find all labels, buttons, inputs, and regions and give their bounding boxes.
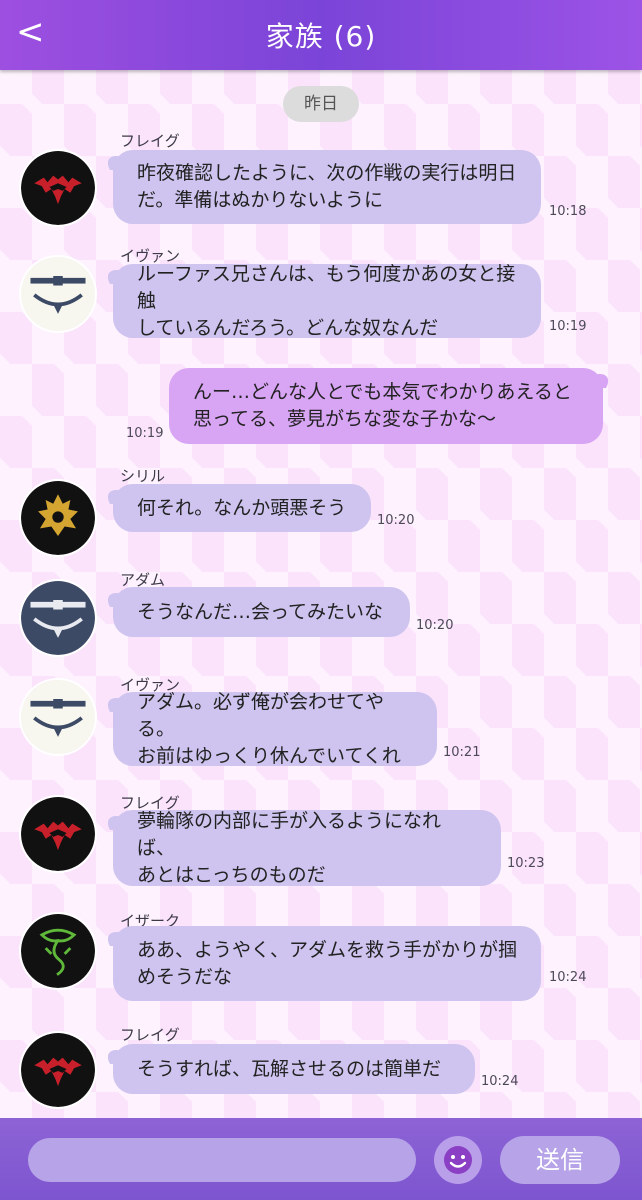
chat-title: 家族 (6) <box>265 20 377 53</box>
message-bubble[interactable]: 昨夜確認したように、次の作戦の実行は明日 だ。準備はぬかりないように <box>113 150 541 224</box>
sender-name: フレイグ <box>120 1026 180 1044</box>
message-text-line: んー…どんな人とでも本気でわかりあえると <box>193 381 572 403</box>
sender-name: シリル <box>120 467 166 485</box>
message-text-line: 何それ。なんか頭悪そう <box>137 496 347 519</box>
red-crest-icon[interactable] <box>19 795 97 873</box>
red-crest-icon[interactable] <box>19 1031 97 1109</box>
message-text-line: ああ、ようやく、アダムを救う手がかりが掴 <box>137 938 518 961</box>
message-bubble[interactable]: 何それ。なんか頭悪そう <box>113 484 371 532</box>
message-text-line: そうなんだ…会ってみたいな <box>137 600 384 623</box>
message-bubble[interactable]: ルーファス兄さんは、もう何度かあの女と接触 しているんだろう。どんな奴なんだ <box>113 262 541 339</box>
message-time: 10:20 <box>416 618 454 633</box>
message-time: 10:24 <box>481 1074 519 1089</box>
chat-input-bar: 送信 <box>0 1118 642 1200</box>
message-input[interactable] <box>28 1138 416 1182</box>
green-dragon-crest-icon[interactable] <box>19 912 97 990</box>
message-text-line: ルーファス兄さんは、もう何度かあの女と接触 <box>137 262 516 312</box>
chat-header: < 家族 (6) <box>0 0 642 70</box>
message-time: 10:18 <box>549 204 587 219</box>
message-time: 10:24 <box>549 970 587 985</box>
message-text-line: 思ってる、夢見がちな変な子かな〜 <box>193 408 497 430</box>
message-text-line: 昨夜確認したように、次の作戦の実行は明日 <box>137 162 517 184</box>
back-arrow-icon[interactable]: < <box>16 14 46 50</box>
red-crest-icon[interactable] <box>19 149 97 227</box>
my-message-bubble[interactable]: んー…どんな人とでも本気でわかりあえると 思ってる、夢見がちな変な子かな〜 <box>169 368 603 444</box>
message-bubble[interactable]: そうなんだ…会ってみたいな <box>113 587 410 637</box>
message-text-line: お前はゆっくり休んでいてくれ <box>137 744 401 767</box>
message-time: 10:19 <box>126 426 164 441</box>
message-text-line: だ。準備はぬかりないように <box>137 189 384 211</box>
message-text-line: あとはこっちのものだ <box>137 863 326 886</box>
smiley-icon[interactable] <box>434 1136 482 1184</box>
message-time: 10:21 <box>443 745 481 760</box>
message-bubble[interactable]: 夢輪隊の内部に手が入るようになれば、 あとはこっちのものだ <box>113 810 501 886</box>
message-time: 10:23 <box>507 856 545 871</box>
message-text-line: めそうだな <box>137 965 233 988</box>
message-text-line: しているんだろう。どんな奴なんだ <box>137 316 439 339</box>
message-bubble[interactable]: アダム。必ず俺が会わせてやる。 お前はゆっくり休んでいてくれ <box>113 690 437 767</box>
message-time: 10:20 <box>377 513 415 528</box>
message-text-line: 夢輪隊の内部に手が入るようになれば、 <box>137 809 442 859</box>
choker-crest-icon[interactable] <box>19 678 97 756</box>
navy-choker-crest-icon[interactable] <box>19 579 97 657</box>
message-time: 10:19 <box>549 319 587 334</box>
message-text-line: アダム。必ず俺が会わせてやる。 <box>137 690 385 740</box>
message-bubble[interactable]: ああ、ようやく、アダムを救う手がかりが掴 めそうだな <box>113 926 541 1001</box>
sender-name: フレイグ <box>120 132 180 150</box>
message-bubble[interactable]: そうすれば、瓦解させるのは簡単だ <box>113 1044 475 1094</box>
gold-crest-icon[interactable] <box>19 479 97 557</box>
send-button[interactable]: 送信 <box>500 1136 620 1184</box>
date-separator: 昨日 <box>283 86 359 122</box>
message-text-line: そうすれば、瓦解させるのは簡単だ <box>137 1057 442 1080</box>
choker-crest-icon[interactable] <box>19 255 97 333</box>
